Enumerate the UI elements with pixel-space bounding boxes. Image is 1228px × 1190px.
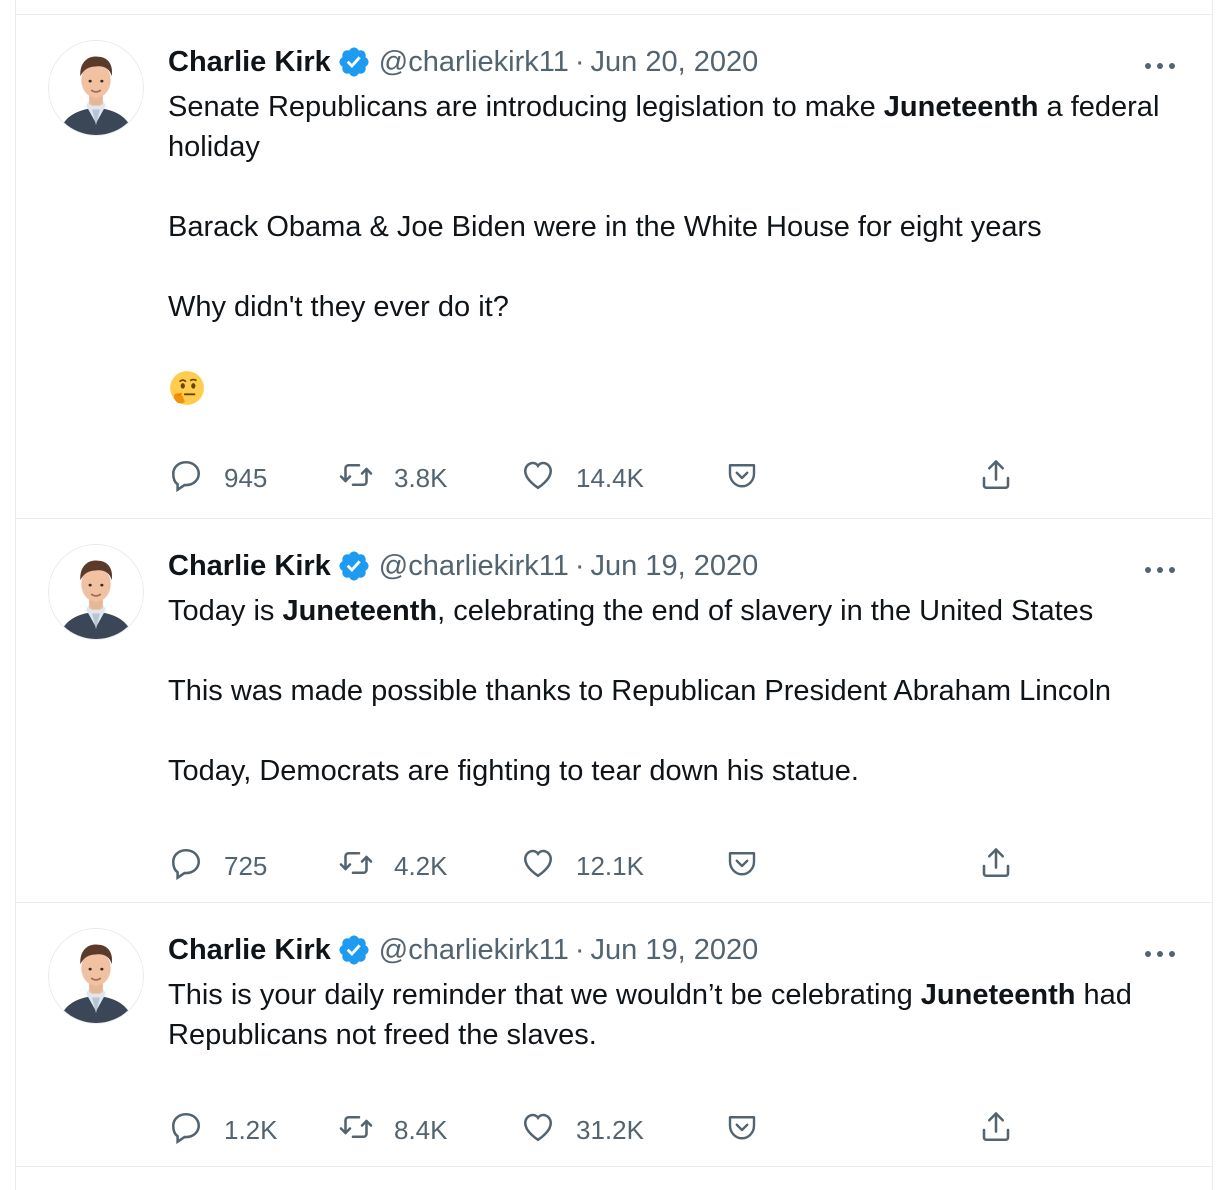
like-icon	[520, 845, 556, 888]
text-run: Today, Democrats are fighting to tear do…	[168, 755, 859, 787]
share-icon	[978, 1109, 1014, 1152]
tweet-header: Charlie Kirk @charliekirk11 · Jun 19, 20…	[168, 549, 758, 583]
save-pocket-button[interactable]	[724, 1110, 760, 1150]
like-count: 31.2K	[576, 1114, 644, 1145]
save-pocket-icon	[724, 457, 760, 500]
text-run: Why didn't they ever do it?	[168, 291, 509, 323]
like-button[interactable]: 12.1K	[520, 846, 644, 886]
reply-icon	[168, 457, 204, 500]
tweet[interactable]: Charlie Kirk @charliekirk11 · Jun 19, 20…	[16, 903, 1212, 1167]
reply-button[interactable]: 725	[168, 846, 267, 886]
thinking-face-emoji	[168, 369, 206, 407]
share-button[interactable]	[978, 1110, 1014, 1150]
tweet-paragraph: Barack Obama & Joe Biden were in the Whi…	[168, 207, 1188, 247]
avatar[interactable]	[48, 40, 144, 136]
tweet-text: Today is Juneteenth, celebrating the end…	[168, 591, 1188, 791]
verified-badge-icon	[337, 549, 371, 583]
tweet-date[interactable]: Jun 20, 2020	[591, 46, 759, 79]
share-icon	[978, 845, 1014, 888]
text-run: Senate Republicans are introducing legis…	[168, 91, 884, 123]
separator-dot: ·	[574, 933, 585, 966]
reply-count: 725	[224, 850, 268, 881]
text-run: This was made possible thanks to Republi…	[168, 675, 1112, 707]
more-options-icon[interactable]	[1144, 59, 1176, 71]
like-icon	[520, 1109, 556, 1152]
tweet-actions: 945 3.8K 14.4K	[168, 458, 1048, 498]
reply-icon	[168, 1109, 204, 1152]
reply-count: 1.2K	[224, 1114, 278, 1145]
tweet[interactable]: Charlie Kirk @charliekirk11 · Jun 19, 20…	[16, 519, 1212, 903]
like-icon	[520, 457, 556, 500]
author-handle[interactable]: @charliekirk11	[379, 550, 569, 583]
tweet-actions: 1.2K 8.4K 31.2K	[168, 1110, 1048, 1150]
separator-dot: ·	[574, 549, 585, 582]
text-run: , celebrating the end of slavery in the …	[437, 595, 1094, 627]
tweet-header: Charlie Kirk @charliekirk11 · Jun 20, 20…	[168, 45, 758, 79]
avatar[interactable]	[48, 928, 144, 1024]
like-button[interactable]: 31.2K	[520, 1110, 644, 1150]
bold-keyword: Juneteenth	[282, 595, 438, 627]
emoji-line	[168, 367, 1188, 407]
tweet-text: Senate Republicans are introducing legis…	[168, 87, 1188, 407]
bold-keyword: Juneteenth	[920, 979, 1076, 1011]
save-pocket-icon	[724, 1109, 760, 1152]
tweet-date[interactable]: Jun 19, 2020	[591, 934, 759, 967]
tweet-actions: 725 4.2K 12.1K	[168, 846, 1048, 886]
save-pocket-icon	[724, 845, 760, 888]
retweet-button[interactable]: 4.2K	[338, 846, 448, 886]
retweet-count: 4.2K	[394, 850, 448, 881]
save-pocket-button[interactable]	[724, 458, 760, 498]
retweet-icon	[338, 457, 374, 500]
text-run: Barack Obama & Joe Biden were in the Whi…	[168, 211, 1042, 243]
reply-button[interactable]: 1.2K	[168, 1110, 278, 1150]
more-options-icon[interactable]	[1144, 947, 1176, 959]
retweet-button[interactable]: 3.8K	[338, 458, 448, 498]
like-button[interactable]: 14.4K	[520, 458, 644, 498]
more-options-icon[interactable]	[1144, 563, 1176, 575]
tweet[interactable]: Charlie Kirk @charliekirk11 · Jun 20, 20…	[16, 15, 1212, 519]
author-handle[interactable]: @charliekirk11	[379, 46, 569, 79]
bold-keyword: Juneteenth	[883, 91, 1039, 123]
retweet-icon	[338, 845, 374, 888]
author-name[interactable]: Charlie Kirk	[168, 46, 331, 79]
text-run: Today is	[168, 595, 283, 627]
tweet-paragraph: Why didn't they ever do it?	[168, 287, 1188, 327]
tweet-text: This is your daily reminder that we woul…	[168, 975, 1188, 1055]
author-handle[interactable]: @charliekirk11	[379, 934, 569, 967]
separator-dot: ·	[574, 45, 585, 78]
author-name[interactable]: Charlie Kirk	[168, 934, 331, 967]
tweet-header: Charlie Kirk @charliekirk11 · Jun 19, 20…	[168, 933, 758, 967]
like-count: 12.1K	[576, 850, 644, 881]
share-button[interactable]	[978, 458, 1014, 498]
tweet-date[interactable]: Jun 19, 2020	[591, 550, 759, 583]
reply-icon	[168, 845, 204, 888]
tweet-paragraph: This was made possible thanks to Republi…	[168, 671, 1188, 711]
author-name[interactable]: Charlie Kirk	[168, 550, 331, 583]
retweet-icon	[338, 1109, 374, 1152]
tweet-paragraph: Today is Juneteenth, celebrating the end…	[168, 591, 1188, 631]
share-button[interactable]	[978, 846, 1014, 886]
avatar[interactable]	[48, 544, 144, 640]
tweet-paragraph: Senate Republicans are introducing legis…	[168, 87, 1188, 167]
save-pocket-button[interactable]	[724, 846, 760, 886]
retweet-count: 3.8K	[394, 462, 448, 493]
verified-badge-icon	[337, 45, 371, 79]
retweet-count: 8.4K	[394, 1114, 448, 1145]
tweet-paragraph: Today, Democrats are fighting to tear do…	[168, 751, 1188, 791]
verified-badge-icon	[337, 933, 371, 967]
share-icon	[978, 457, 1014, 500]
tweet-paragraph: This is your daily reminder that we woul…	[168, 975, 1188, 1055]
like-count: 14.4K	[576, 462, 644, 493]
text-run: This is your daily reminder that we woul…	[168, 979, 921, 1011]
reply-button[interactable]: 945	[168, 458, 267, 498]
retweet-button[interactable]: 8.4K	[338, 1110, 448, 1150]
reply-count: 945	[224, 462, 268, 493]
